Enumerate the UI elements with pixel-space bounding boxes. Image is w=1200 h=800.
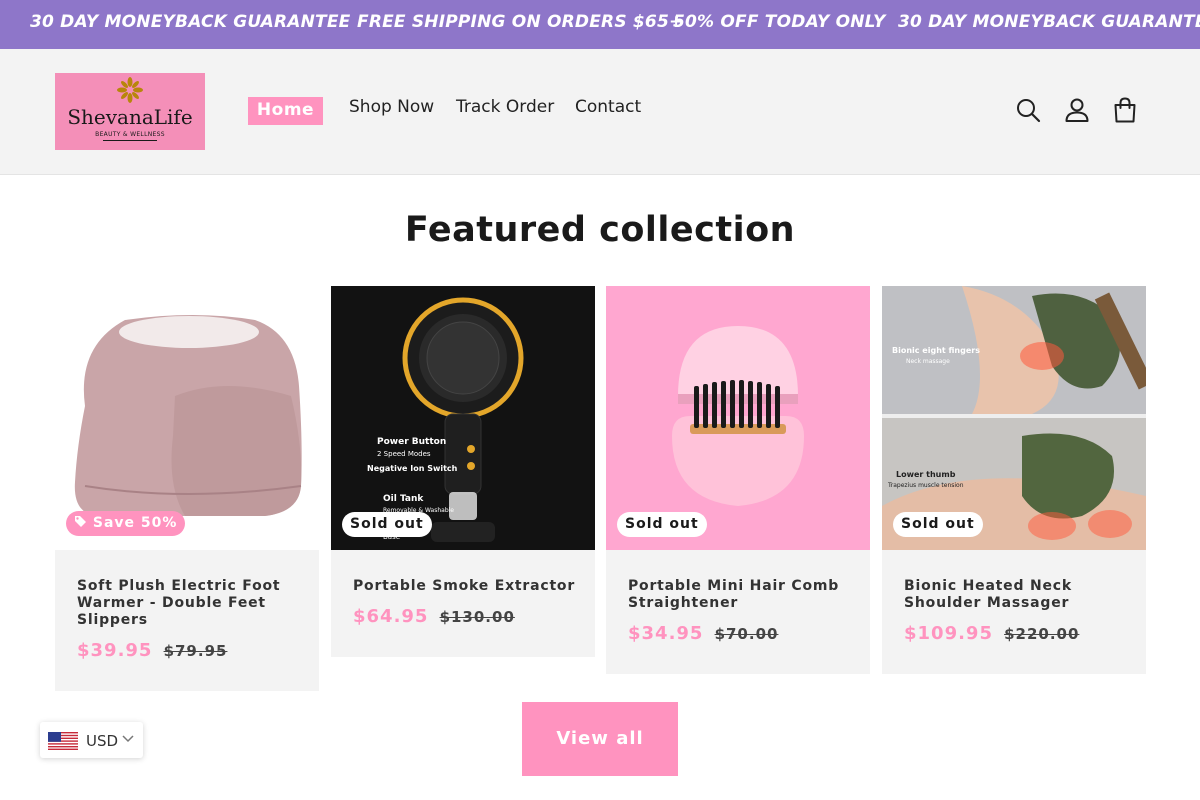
search-icon[interactable]: [1015, 97, 1041, 123]
nav-home[interactable]: Home: [248, 97, 323, 125]
price-row: $109.95 $220.00: [904, 623, 1079, 644]
callout-label: Neck massage: [906, 358, 950, 365]
announcement-message: 50% OFF TODAY ONLY: [673, 12, 886, 32]
callout-label: Oil Tank: [383, 494, 424, 504]
site-header: ShevanaLife BEAUTY & WELLNESS Home Shop …: [0, 49, 1200, 175]
sold-out-badge: Sold out: [893, 512, 983, 537]
account-icon[interactable]: [1064, 97, 1090, 123]
product-title[interactable]: Portable Smoke Extractor: [353, 578, 578, 595]
nav-contact[interactable]: Contact: [575, 97, 641, 117]
sale-price: $109.95: [904, 623, 993, 644]
compare-price: $220.00: [1004, 625, 1080, 643]
callout-label: Bionic eight fingers: [892, 346, 980, 355]
sale-price: $34.95: [628, 623, 704, 644]
store-logo[interactable]: ShevanaLife BEAUTY & WELLNESS: [55, 73, 205, 150]
compare-price: $79.95: [163, 642, 228, 660]
product-image[interactable]: Bionic eight fingers Neck massage Lower …: [882, 286, 1146, 550]
section-title: Featured collection: [404, 210, 796, 250]
announcement-bar: 30 DAY MONEYBACK GUARANTEE FREE SHIPPING…: [0, 0, 1200, 49]
product-card[interactable]: Bionic eight fingers Neck massage Lower …: [882, 286, 1146, 674]
price-row: $34.95 $70.00: [628, 623, 778, 644]
product-image[interactable]: Power Button 2 Speed Modes Negative Ion …: [331, 286, 595, 550]
currency-selector[interactable]: USD: [40, 722, 143, 758]
flower-icon: [117, 77, 143, 103]
nav-shop-now[interactable]: Shop Now: [349, 97, 434, 117]
compare-price: $130.00: [439, 608, 515, 626]
callout-label: Lower thumb: [896, 470, 956, 479]
product-title[interactable]: Bionic Heated Neck Shoulder Massager: [904, 578, 1129, 612]
product-card[interactable]: Save 50% Soft Plush Electric Foot Warmer…: [55, 286, 319, 691]
logo-underline: [103, 140, 157, 141]
product-image[interactable]: Sold out: [606, 286, 870, 550]
logo-tagline: BEAUTY & WELLNESS: [95, 131, 165, 138]
neck-massager-illustration: [882, 286, 1146, 550]
product-card[interactable]: Power Button 2 Speed Modes Negative Ion …: [331, 286, 595, 657]
sold-out-badge: Sold out: [342, 512, 432, 537]
product-title[interactable]: Soft Plush Electric Foot Warmer - Double…: [77, 578, 302, 629]
price-row: $39.95 $79.95: [77, 640, 227, 661]
smoke-extractor-illustration: [331, 286, 595, 550]
hair-straightener-illustration: [606, 286, 870, 550]
discount-badge: Save 50%: [66, 511, 186, 536]
logo-wordmark: ShevanaLife: [67, 105, 193, 129]
chevron-down-icon: [122, 735, 134, 743]
product-card[interactable]: Sold out Portable Mini Hair Comb Straigh…: [606, 286, 870, 674]
announcement-message: 30 DAY MONEYBACK GUARANTEE: [898, 12, 1200, 32]
badge-text: Save 50%: [92, 515, 178, 531]
us-flag-icon: [48, 732, 78, 750]
tag-icon: [75, 516, 86, 527]
view-all-button[interactable]: View all: [522, 702, 678, 776]
callout-label: Negative Ion Switch: [367, 464, 458, 473]
product-image[interactable]: Save 50%: [55, 286, 319, 550]
callout-label: Power Button: [377, 437, 447, 447]
callout-label: 2 Speed Modes: [377, 450, 431, 458]
sale-price: $64.95: [353, 606, 429, 627]
cart-icon[interactable]: [1112, 97, 1138, 123]
announcement-message: 30 DAY MONEYBACK GUARANTEE: [30, 12, 351, 32]
announcement-message: FREE SHIPPING ON ORDERS $65+: [357, 12, 684, 32]
product-title[interactable]: Portable Mini Hair Comb Straightener: [628, 578, 853, 612]
compare-price: $70.00: [714, 625, 779, 643]
nav-track-order[interactable]: Track Order: [456, 97, 554, 117]
callout-label: Trapezius muscle tension: [888, 482, 964, 489]
sale-price: $39.95: [77, 640, 153, 661]
price-row: $64.95 $130.00: [353, 606, 515, 627]
currency-code: USD: [86, 732, 119, 750]
sold-out-badge: Sold out: [617, 512, 707, 537]
